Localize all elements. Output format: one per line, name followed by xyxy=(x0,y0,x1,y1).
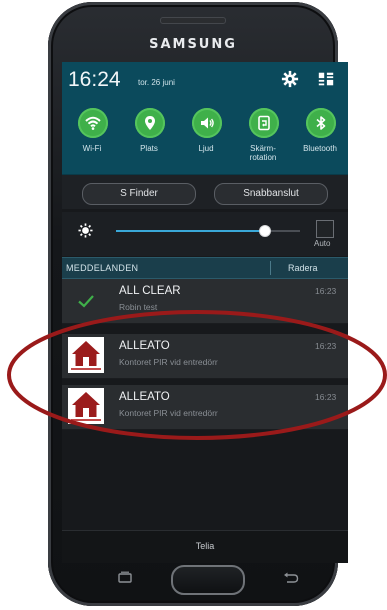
brand-logo: SAMSUNG xyxy=(149,37,237,52)
quick-connect-button[interactable]: Snabbanslut xyxy=(214,183,328,205)
wifi-icon xyxy=(85,116,101,130)
brightness-control: Auto xyxy=(62,212,348,256)
location-icon xyxy=(145,116,155,130)
earpiece-speaker xyxy=(160,17,226,24)
grid-icon[interactable] xyxy=(317,70,335,88)
check-icon xyxy=(78,295,94,308)
rotation-icon xyxy=(258,115,270,131)
gear-icon[interactable] xyxy=(281,70,299,88)
notification-title: ALLEATO xyxy=(119,391,170,403)
alleato-app-icon xyxy=(68,337,104,373)
notification-item[interactable]: ALLEATO Kontoret PIR vid entredörr 16:23 xyxy=(62,334,348,379)
toggle-label: Ljud xyxy=(198,144,214,153)
bluetooth-icon xyxy=(316,116,326,130)
notifications-title: MEDDELANDEN xyxy=(66,263,139,273)
toggle-sound[interactable]: Ljud xyxy=(178,106,234,170)
brightness-slider-thumb[interactable] xyxy=(260,226,271,236)
toggle-location[interactable]: Plats xyxy=(121,106,177,170)
notification-title: ALL CLEAR xyxy=(119,285,181,297)
house-icon xyxy=(71,392,101,421)
toggle-label: Plats xyxy=(140,144,158,153)
notification-time: 16:23 xyxy=(315,341,337,351)
notifications-header: MEDDELANDEN Radera xyxy=(62,257,348,279)
date: tor. 26 juni xyxy=(138,78,175,87)
shortcut-buttons: S Finder Snabbanslut xyxy=(62,175,348,209)
brightness-slider-fill xyxy=(116,230,266,232)
toggle-screen-rotation[interactable]: Skärm- rotation xyxy=(235,106,291,170)
header-divider xyxy=(270,261,271,275)
toggle-label: Bluetooth xyxy=(303,144,337,153)
clock: 16:24 xyxy=(68,68,121,91)
toggle-bluetooth[interactable]: Bluetooth xyxy=(292,106,348,170)
back-icon[interactable] xyxy=(282,571,300,585)
brightness-icon xyxy=(78,223,93,238)
auto-brightness-checkbox[interactable] xyxy=(316,220,334,238)
notification-text: Kontoret PIR vid entredörr xyxy=(119,408,218,418)
carrier-bar: Telia xyxy=(62,530,348,563)
s-finder-button[interactable]: S Finder xyxy=(82,183,196,205)
notification-time: 16:23 xyxy=(315,392,337,402)
house-icon xyxy=(71,341,101,370)
notification-item[interactable]: ALL CLEAR Robin test 16:23 xyxy=(62,279,348,324)
home-button[interactable] xyxy=(171,565,245,595)
notification-text: Robin test xyxy=(119,302,158,312)
sound-icon xyxy=(201,117,214,129)
status-header: 16:24 tor. 26 juni xyxy=(62,62,348,98)
notification-text: Kontoret PIR vid entredörr xyxy=(119,357,218,367)
notification-title: ALLEATO xyxy=(119,340,170,352)
notification-panel: 16:24 tor. 26 juni Wi-Fi Plats Ljud Skär… xyxy=(62,62,348,563)
quick-settings: Wi-Fi Plats Ljud Skärm- rotation Bluetoo… xyxy=(62,98,348,175)
notification-item[interactable]: ALLEATO Kontoret PIR vid entredörr 16:23 xyxy=(62,385,348,430)
auto-brightness-label: Auto xyxy=(314,239,331,248)
toggle-label: Skärm- rotation xyxy=(249,144,277,162)
clear-notifications-button[interactable]: Radera xyxy=(288,263,318,273)
toggle-wifi[interactable]: Wi-Fi xyxy=(64,106,120,170)
toggle-label: Wi-Fi xyxy=(82,144,102,153)
alleato-app-icon xyxy=(68,388,104,424)
carrier-name: Telia xyxy=(195,541,215,551)
notification-time: 16:23 xyxy=(315,286,337,296)
recent-apps-icon[interactable] xyxy=(117,571,133,585)
